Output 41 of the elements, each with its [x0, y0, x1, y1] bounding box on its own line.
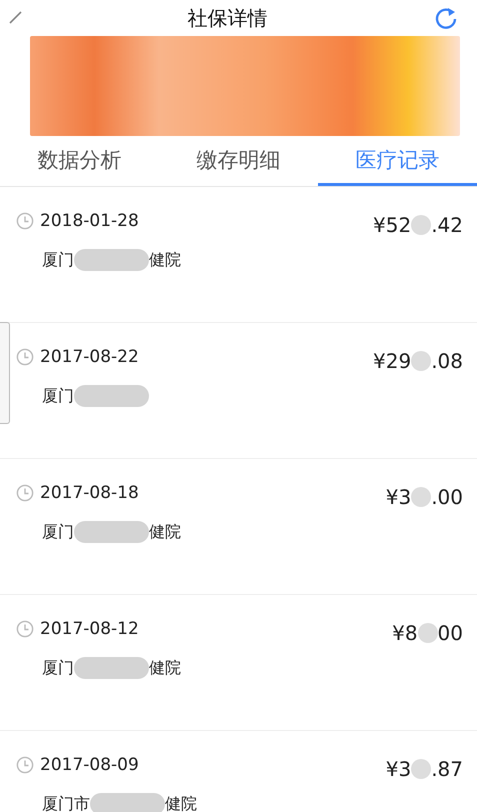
hospital-name: 厦门 — [42, 522, 74, 542]
amount-text: ¥8 — [392, 621, 418, 645]
hospital-name: 厦门市 — [42, 794, 90, 812]
tab[interactable]: 医疗记录 — [318, 136, 477, 186]
page-title: 社保详情 — [188, 4, 268, 32]
amount-text: .87 — [431, 757, 463, 781]
amount-text: .00 — [431, 485, 463, 509]
record-date: 2017-08-18 — [40, 483, 139, 503]
clock-icon — [16, 212, 34, 230]
amount-text: ¥3 — [386, 757, 412, 781]
tab[interactable]: 缴存明细 — [159, 136, 318, 186]
amount-text: 00 — [438, 621, 463, 645]
tab[interactable]: 数据分析 — [0, 136, 159, 186]
refresh-icon[interactable] — [433, 5, 459, 31]
hospital-name: 健院 — [165, 794, 197, 812]
hospital-name: 厦门 — [42, 386, 74, 406]
hospital-name: 厦门 — [42, 250, 74, 270]
hospital-name: 厦门 — [42, 658, 74, 678]
redaction-blur — [411, 759, 432, 779]
amount-text: .08 — [431, 349, 463, 373]
redaction-blur — [411, 351, 432, 371]
record-date: 2017-08-22 — [40, 347, 139, 367]
clock-icon — [16, 620, 34, 638]
side-handle[interactable] — [0, 322, 10, 424]
record-date: 2017-08-09 — [40, 755, 139, 775]
hospital-name: 健院 — [149, 250, 181, 270]
amount-text: ¥29 — [373, 349, 412, 373]
amount-text: ¥52 — [373, 213, 412, 237]
amount-text: .42 — [431, 213, 463, 237]
hospital-name: 健院 — [149, 658, 181, 678]
redaction-blur — [411, 215, 432, 235]
record-date: 2017-08-12 — [40, 619, 139, 639]
redaction-blur — [411, 487, 432, 507]
clock-icon — [16, 484, 34, 502]
clock-icon — [16, 348, 34, 366]
redaction-blur — [418, 623, 438, 643]
record-date: 2018-01-28 — [40, 211, 139, 231]
amount-text: ¥3 — [386, 485, 412, 509]
hospital-name: 健院 — [149, 522, 181, 542]
back-icon[interactable] — [8, 11, 22, 25]
clock-icon — [16, 756, 34, 774]
